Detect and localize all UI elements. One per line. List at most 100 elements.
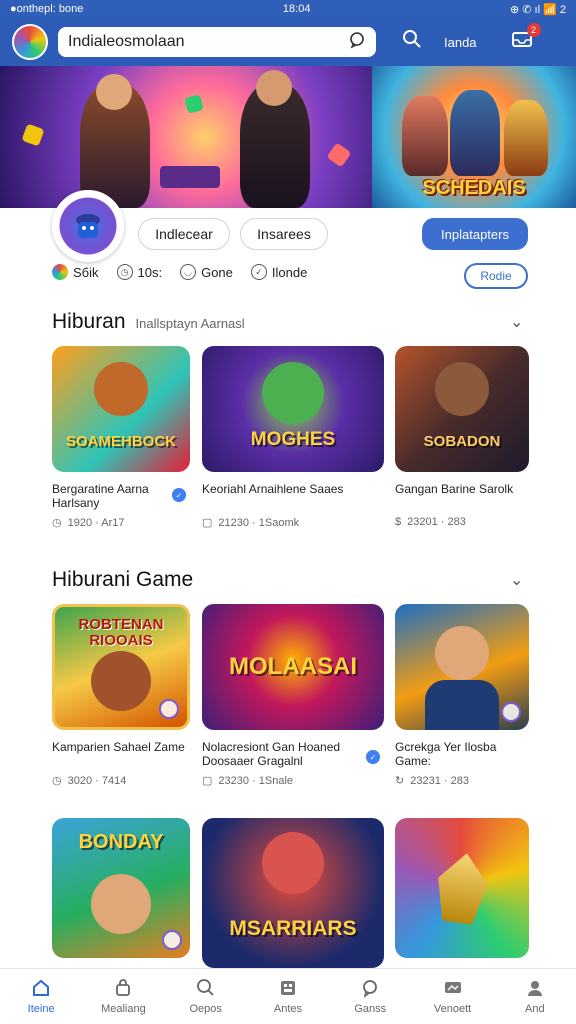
app-logo[interactable]	[12, 24, 48, 60]
header-right-label[interactable]: Ianda	[444, 35, 477, 50]
tab-pill-1[interactable]: Indlecear	[138, 218, 230, 250]
section-title: Hiburan	[52, 310, 126, 333]
outline-button[interactable]: Rodie	[464, 263, 528, 289]
stat-label: Ilonde	[271, 264, 308, 280]
card-thumbnail[interactable]: MOGHES	[202, 346, 384, 472]
status-left-text: ●onthepl: bone	[10, 3, 84, 15]
nav-item-bag[interactable]: Mealiang	[88, 978, 158, 1015]
play-icon[interactable]	[501, 702, 521, 722]
character-art	[91, 651, 151, 711]
chevron-down-icon[interactable]: ⌄	[510, 570, 523, 590]
refresh-icon: ↻	[395, 775, 405, 787]
nav-label: Ganss	[354, 1003, 387, 1015]
tab-pill-2[interactable]: Insarees	[240, 218, 328, 250]
stat-label: Sбik	[73, 264, 99, 280]
card-name[interactable]: Gcrekga Yer Ilosba Game:	[395, 740, 529, 770]
game-card[interactable]: SOBADON Gangan Barine Sarolk $23201 · 28…	[395, 346, 529, 528]
thumb-title: ROBTENAN RIOOAIS	[78, 616, 164, 649]
section-header: Hiburani Game	[52, 568, 193, 592]
nav-label: Mealiang	[101, 1003, 146, 1015]
thumb-title: SOBADON	[423, 433, 501, 451]
nav-item-tv[interactable]: Venoett	[418, 978, 488, 1015]
tv-icon	[443, 978, 463, 1000]
clock-icon: ◷	[52, 775, 62, 787]
trophy-icon	[432, 850, 491, 926]
card-name[interactable]: Bergaratine Aarna Harlsany	[52, 482, 190, 512]
card-thumbnail[interactable]: SOBADON	[395, 346, 529, 472]
banner-right-title: SCHEDAIS	[422, 177, 526, 199]
hero-banner[interactable]: SCHEDAIS	[0, 66, 576, 208]
character-art	[435, 362, 489, 416]
game-card[interactable]: SOAMEHBOCK Bergaratine Aarna Harlsany ◷ 1…	[52, 346, 190, 529]
thumb-title: MOLAASAI	[229, 653, 357, 681]
card-name[interactable]: Gangan Barine Sarolk	[395, 482, 529, 512]
section-subtitle: Inallsptayn Aarnasl	[135, 316, 245, 331]
card-name[interactable]: Keoriahl Arnaihlene Saaes	[202, 482, 384, 512]
card-thumbnail[interactable]	[395, 604, 529, 730]
status-time: 18:04	[282, 3, 311, 15]
banner-image-left[interactable]	[0, 66, 372, 208]
search-input[interactable]	[68, 33, 308, 51]
primary-action-button[interactable]: Inplatapters	[422, 218, 528, 250]
card-meta: ▢ 23230 · 1Snale	[202, 774, 384, 788]
stat-item[interactable]: ◷ 10s:	[116, 264, 162, 280]
clock-icon: ◷	[116, 264, 133, 280]
game-card[interactable]: MOGHES Keoriahl Arnaihlene Saaes ▢ 21230 …	[202, 346, 384, 529]
nav-item-profile[interactable]: And	[500, 978, 570, 1015]
stats-row: Sбik ◷ 10s: ◡ Gone ✓ Ilonde	[52, 264, 307, 280]
nav-item-search[interactable]: Oepos	[171, 978, 241, 1015]
profile-icon	[525, 978, 545, 1000]
character-art	[91, 874, 151, 934]
verified-icon: ✓	[366, 750, 380, 764]
card-thumbnail[interactable]	[395, 818, 529, 958]
card-meta: ↻ 23231 · 283	[395, 774, 529, 788]
search-bar[interactable]	[58, 27, 376, 57]
stat-item[interactable]: Sбik	[52, 264, 99, 280]
game-card[interactable]: ROBTENAN RIOOAIS Kamparien Sahael Zame ◷…	[52, 604, 190, 787]
card-meta: ◷ 3020 · 7414	[52, 774, 190, 788]
card-meta-text: 23231 · 283	[410, 774, 469, 787]
chat-bubble-icon[interactable]	[348, 31, 366, 54]
game-card[interactable]	[395, 818, 529, 958]
search-icon[interactable]	[402, 29, 422, 55]
section-header: Hiburan Inallsptayn Aarnasl	[52, 310, 245, 334]
game-card[interactable]: BONDAY	[52, 818, 190, 958]
thumb-title: MOGHES	[250, 429, 336, 451]
game-card[interactable]: MOLAASAI Nolacresiont Gan Hoaned Doosaae…	[202, 604, 384, 787]
play-icon[interactable]	[162, 930, 182, 950]
nav-item-chat[interactable]: Ganss	[335, 978, 405, 1015]
card-name[interactable]: Nolacresiont Gan Hoaned Doosaaer Gragaln…	[202, 740, 384, 770]
card-thumbnail[interactable]: BONDAY	[52, 818, 190, 958]
character-art	[94, 362, 148, 416]
check-icon: ✓	[250, 264, 267, 280]
nav-label: Oepos	[189, 1003, 222, 1015]
stat-item[interactable]: ✓ Ilonde	[250, 264, 308, 280]
nav-label: And	[525, 1003, 545, 1015]
card-thumbnail[interactable]: MSARRIARS	[202, 818, 384, 968]
card-thumbnail[interactable]: MOLAASAI	[202, 604, 384, 730]
image-icon: ▢	[202, 775, 213, 787]
dollar-icon: $	[395, 516, 402, 528]
play-icon[interactable]	[159, 699, 179, 719]
verified-icon: ✓	[172, 488, 186, 502]
image-icon: ▢	[202, 517, 213, 529]
chevron-down-icon[interactable]: ⌄	[510, 312, 523, 332]
game-card[interactable]: MSARRIARS	[202, 818, 384, 968]
nav-item-grid[interactable]: Antes	[253, 978, 323, 1015]
card-meta-text: 1920 · Ar17	[67, 516, 125, 529]
stat-item[interactable]: ◡ Gone	[180, 264, 233, 280]
notification-button[interactable]: 2	[511, 23, 541, 55]
game-card[interactable]: Gcrekga Yer Ilosba Game: ↻ 23231 · 283	[395, 604, 529, 787]
home-icon	[31, 978, 51, 1000]
chat-icon: ◡	[180, 264, 197, 280]
character-art	[435, 626, 489, 680]
card-meta: ◷ 1920 · Ar17	[52, 516, 190, 530]
nav-item-home[interactable]: Iteine	[6, 978, 76, 1015]
notification-badge: 2	[526, 23, 541, 37]
card-name[interactable]: Kamparien Sahael Zame	[52, 740, 190, 770]
card-thumbnail[interactable]: ROBTENAN RIOOAIS	[52, 604, 190, 730]
card-thumbnail[interactable]: SOAMEHBOCK	[52, 346, 190, 472]
card-meta-text: 23230 · 1Snale	[218, 774, 294, 787]
banner-image-right[interactable]: SCHEDAIS	[372, 66, 576, 208]
channel-avatar[interactable]	[52, 190, 124, 262]
